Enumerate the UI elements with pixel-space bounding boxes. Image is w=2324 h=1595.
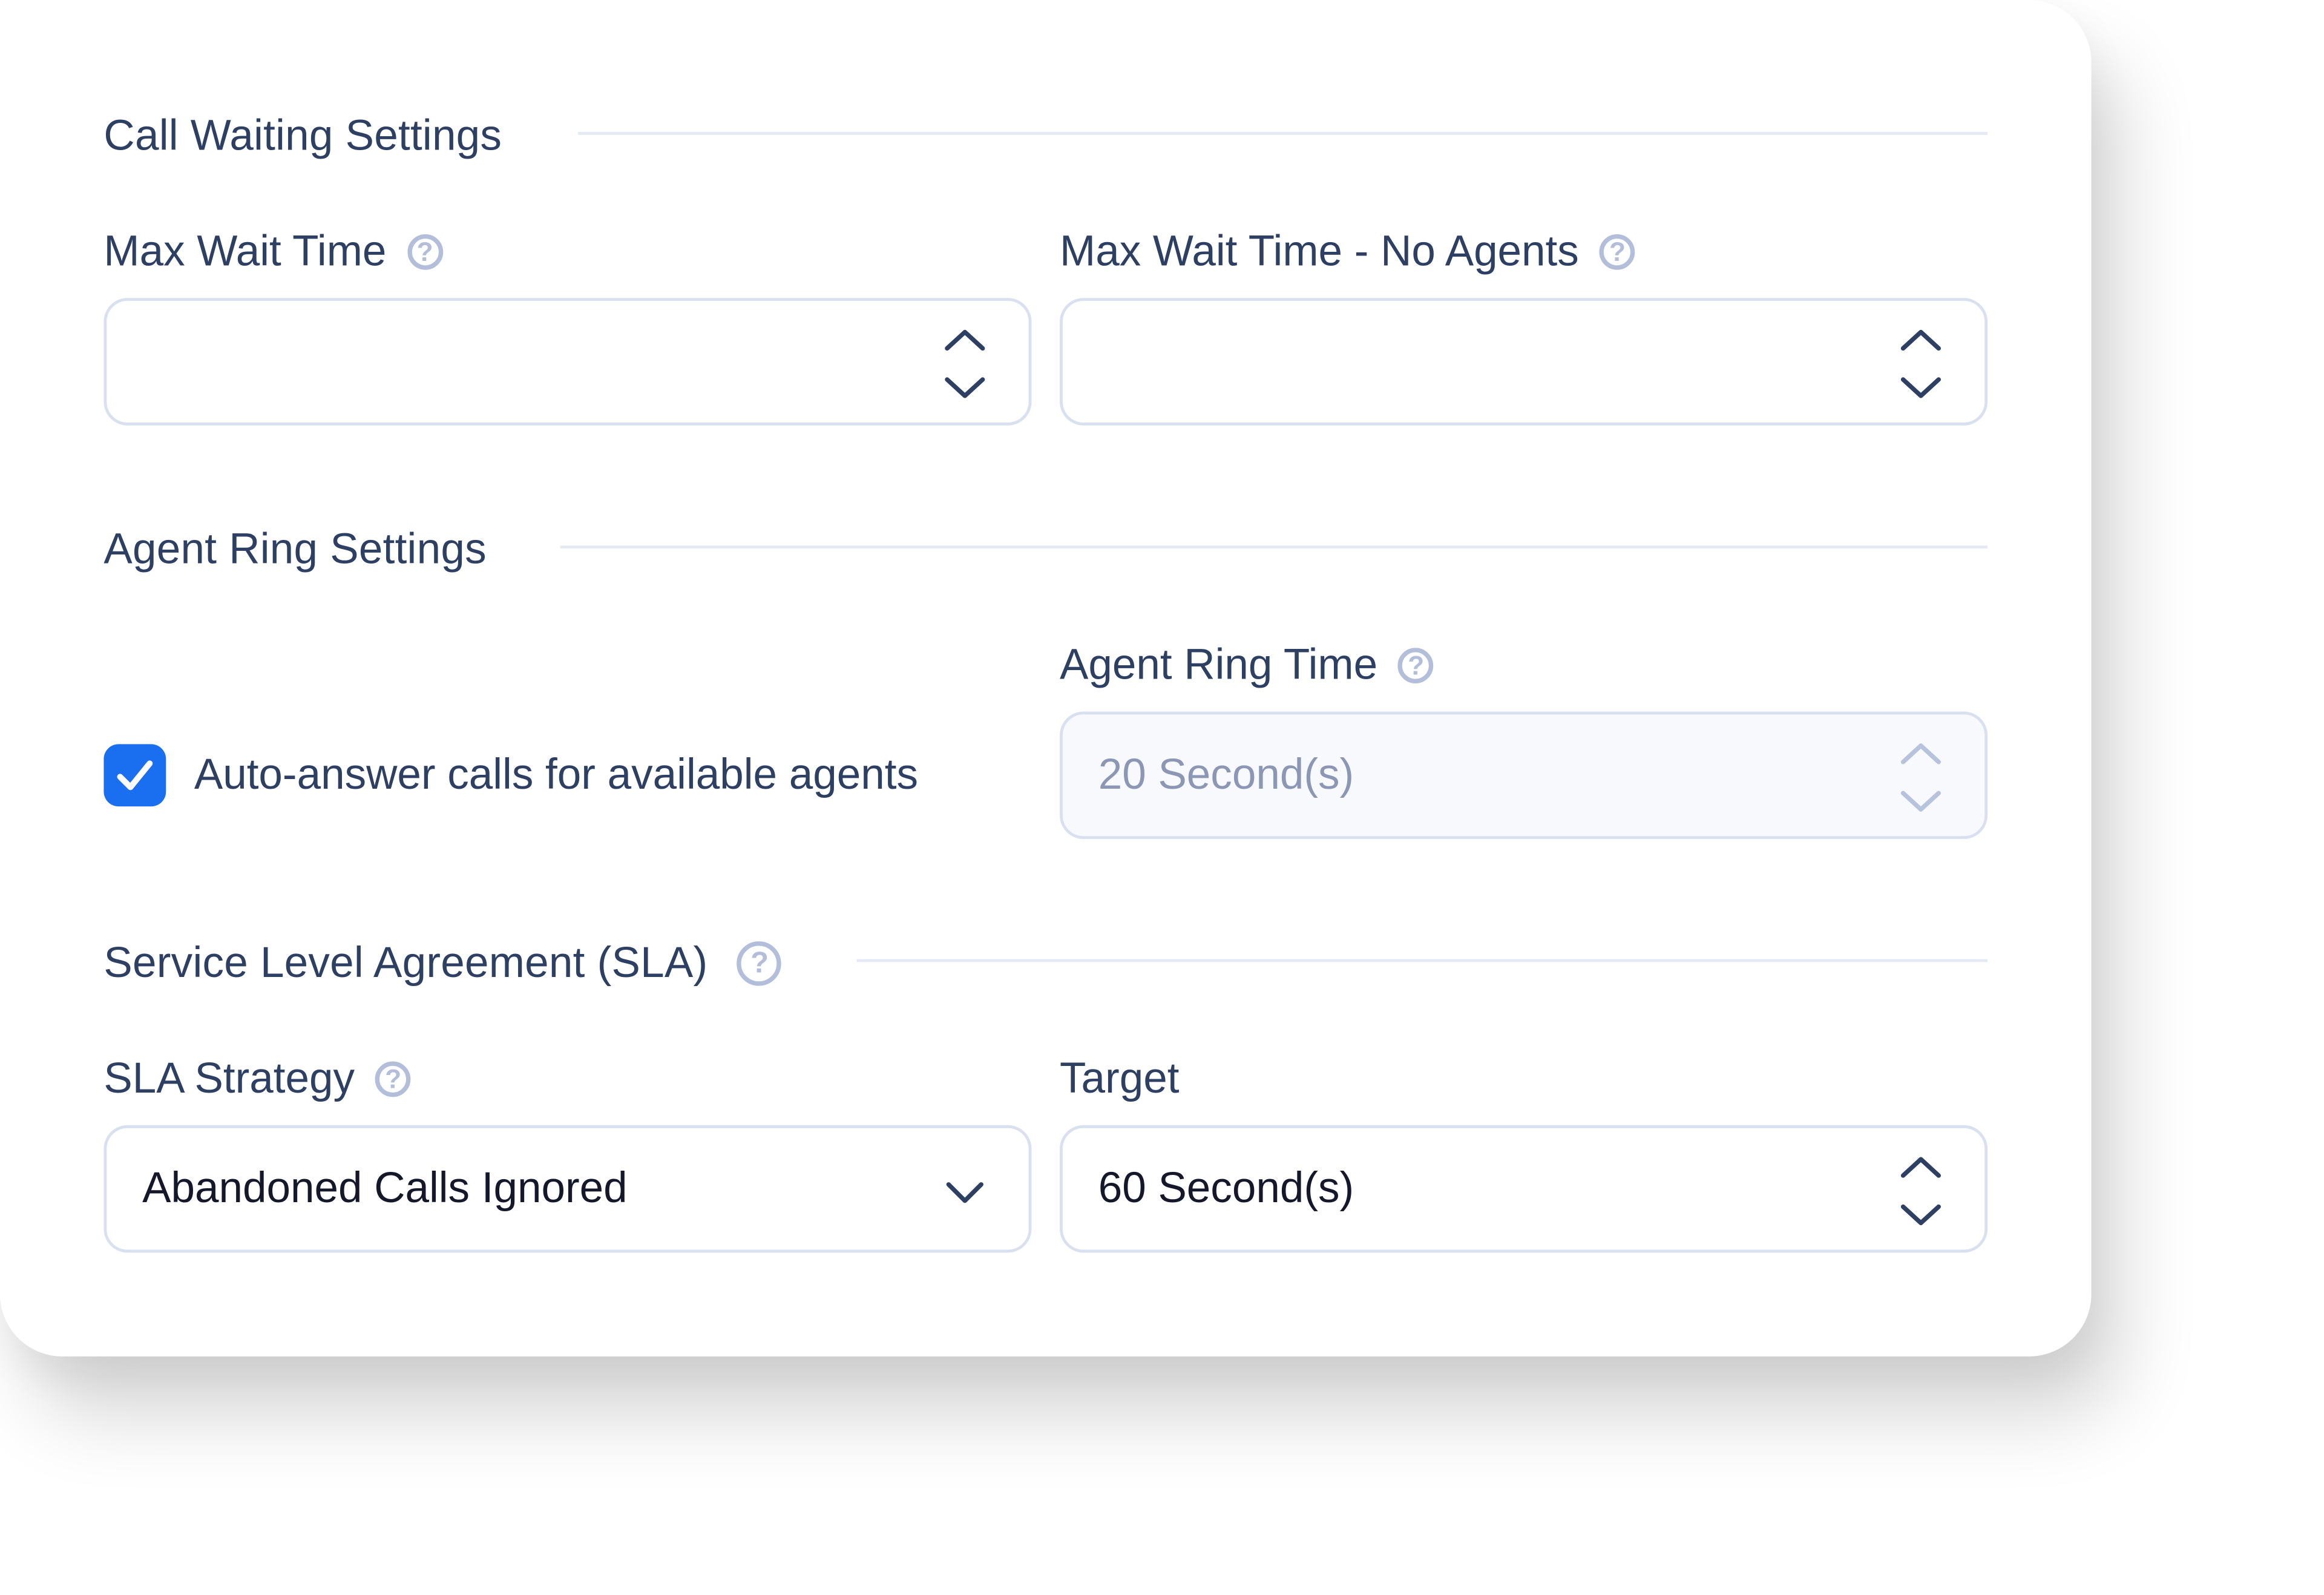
agent-ring-time-label: Agent Ring Time bbox=[1060, 641, 1378, 689]
sla-section-title: Service Level Agreement (SLA) bbox=[103, 939, 708, 987]
max-wait-time-label: Max Wait Time bbox=[103, 227, 387, 275]
max-wait-time-input[interactable] bbox=[103, 298, 1032, 426]
help-circle-icon[interactable]: ? bbox=[375, 1061, 412, 1097]
max-wait-time-no-agents-label-row: Max Wait Time - No Agents ? bbox=[1060, 222, 1635, 281]
sla-strategy-select[interactable]: Abandoned Calls Ignored bbox=[103, 1125, 1032, 1253]
call-waiting-section-title: Call Waiting Settings bbox=[103, 111, 502, 160]
stepper-arrows-icon[interactable] bbox=[1899, 327, 1943, 401]
target-value: 60 Second(s) bbox=[1098, 1164, 1354, 1212]
stepper-arrows-icon[interactable] bbox=[1899, 742, 1943, 815]
checkmark-icon bbox=[117, 760, 153, 791]
stepper-arrows-icon[interactable] bbox=[943, 327, 987, 401]
target-input[interactable]: 60 Second(s) bbox=[1060, 1125, 1988, 1253]
stepper-arrows-icon[interactable] bbox=[1899, 1155, 1943, 1229]
help-circle-icon[interactable]: ? bbox=[737, 941, 782, 986]
settings-card: Call Waiting Settings Max Wait Time ? Ma… bbox=[0, 0, 2092, 1357]
max-wait-time-no-agents-input[interactable] bbox=[1060, 298, 1988, 426]
target-label: Target bbox=[1060, 1054, 1180, 1102]
max-wait-time-label-row: Max Wait Time ? bbox=[103, 222, 443, 281]
chevron-down-icon[interactable] bbox=[943, 1172, 987, 1211]
sla-section-header: Service Level Agreement (SLA) ? bbox=[103, 934, 782, 993]
agent-ring-section-title: Agent Ring Settings bbox=[103, 525, 487, 573]
sla-strategy-selected: Abandoned Calls Ignored bbox=[142, 1164, 628, 1212]
help-circle-icon[interactable]: ? bbox=[1600, 234, 1635, 270]
agent-ring-section-header: Agent Ring Settings bbox=[103, 521, 486, 580]
agent-ring-time-input[interactable]: 20 Second(s) bbox=[1060, 711, 1988, 840]
help-circle-icon[interactable]: ? bbox=[407, 234, 443, 270]
target-label-row: Target bbox=[1060, 1050, 1179, 1109]
auto-answer-label[interactable]: Auto-answer calls for available agents bbox=[194, 746, 918, 805]
auto-answer-checkbox[interactable] bbox=[103, 744, 166, 807]
agent-ring-divider bbox=[560, 545, 1988, 549]
max-wait-time-no-agents-label: Max Wait Time - No Agents bbox=[1060, 227, 1579, 275]
help-circle-icon[interactable]: ? bbox=[1398, 648, 1434, 683]
sla-divider bbox=[856, 959, 1988, 962]
agent-ring-time-value: 20 Second(s) bbox=[1098, 751, 1354, 798]
page-stage: Call Waiting Settings Max Wait Time ? Ma… bbox=[0, 0, 2324, 1595]
call-waiting-divider bbox=[578, 131, 1988, 135]
sla-strategy-label-row: SLA Strategy ? bbox=[103, 1050, 412, 1109]
call-waiting-section-header: Call Waiting Settings bbox=[103, 107, 502, 166]
agent-ring-time-label-row: Agent Ring Time ? bbox=[1060, 636, 1434, 696]
sla-strategy-label: SLA Strategy bbox=[103, 1054, 355, 1102]
